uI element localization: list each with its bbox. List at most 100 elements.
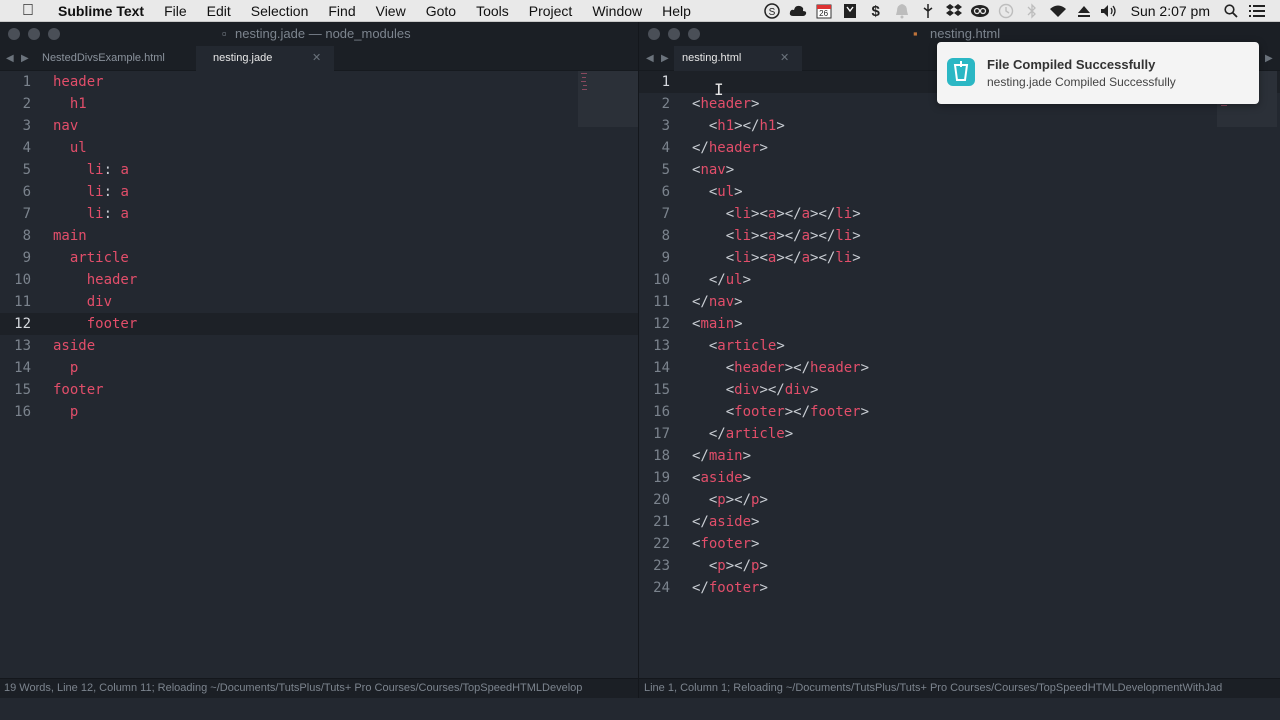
menu-window[interactable]: Window (582, 0, 652, 22)
apple-menu-icon[interactable]:  (17, 2, 39, 20)
eject-icon[interactable] (1073, 0, 1095, 22)
tab-label: nesting.html (682, 52, 742, 64)
creative-cloud-icon[interactable] (969, 0, 991, 22)
zoom-window-button[interactable] (48, 28, 60, 40)
gulp-icon[interactable] (917, 0, 939, 22)
notification-center-icon[interactable] (1246, 0, 1268, 22)
code-line[interactable]: </nav> (692, 291, 869, 313)
close-window-button[interactable] (648, 28, 660, 40)
dollar-icon[interactable]: $ (865, 0, 887, 22)
notification-banner[interactable]: File Compiled Successfully nesting.jade … (937, 42, 1259, 104)
dropbox-icon[interactable] (943, 0, 965, 22)
minimize-window-button[interactable] (28, 28, 40, 40)
code-line[interactable]: footer (53, 379, 137, 401)
volume-icon[interactable] (1099, 0, 1121, 22)
tab-close-icon[interactable]: ✕ (312, 46, 321, 71)
code-line[interactable]: </article> (692, 423, 869, 445)
calendar-icon[interactable]: 26 (813, 0, 835, 22)
close-window-button[interactable] (8, 28, 20, 40)
code-line[interactable]: aside (53, 335, 137, 357)
code-token: > (742, 272, 752, 288)
bluetooth-icon[interactable] (1021, 0, 1043, 22)
code-token: > (734, 294, 743, 310)
code-line[interactable]: </main> (692, 445, 869, 467)
tab-nesteddivsexample-html[interactable]: NestedDivsExample.html (34, 46, 194, 71)
menu-app-name[interactable]: Sublime Text (54, 0, 154, 22)
left-code-editor[interactable]: 1 2 3 4 5 6 7 8 9 10 11 12 13 14 15 16 header h1 nav ul … (0, 71, 638, 678)
menu-project[interactable]: Project (519, 0, 583, 22)
book-icon[interactable] (839, 0, 861, 22)
code-line[interactable]: h1 (53, 93, 137, 115)
menu-file[interactable]: File (154, 0, 197, 22)
tab-nesting-jade[interactable]: nesting.jade ✕ (196, 46, 334, 71)
tab-close-icon[interactable]: ✕ (780, 46, 789, 71)
code-line[interactable]: footer (53, 313, 138, 335)
code-line[interactable]: div (53, 291, 137, 313)
code-line[interactable]: li: a (53, 159, 137, 181)
bell-icon[interactable] (891, 0, 913, 22)
code-line[interactable]: <aside> (692, 467, 869, 489)
code-line[interactable]: p (53, 401, 137, 423)
code-line[interactable]: li: a (53, 203, 137, 225)
code-line[interactable]: <ul> (692, 181, 869, 203)
code-area[interactable]: <header> <h1></h1> </header> <nav> <ul> <l… (692, 71, 869, 599)
code-token: > (759, 140, 768, 156)
line-number: 12 (14, 316, 31, 332)
code-token: ></ (725, 492, 752, 508)
menu-find[interactable]: Find (318, 0, 365, 22)
time-machine-icon[interactable] (995, 0, 1017, 22)
menu-selection[interactable]: Selection (241, 0, 319, 22)
cloud-icon[interactable] (787, 0, 809, 22)
code-line[interactable]: <footer> (692, 533, 869, 555)
code-line[interactable]: p (53, 357, 137, 379)
tab-next-icon[interactable]: ▶ (21, 46, 29, 71)
menu-goto[interactable]: Goto (416, 0, 466, 22)
status-s-icon[interactable]: S (761, 0, 783, 22)
code-line[interactable]: header (53, 71, 137, 93)
menu-view[interactable]: View (366, 0, 416, 22)
spotlight-search-icon[interactable] (1220, 0, 1242, 22)
code-line[interactable]: <article> (692, 335, 869, 357)
tab-prev-icon[interactable]: ◀ (646, 46, 654, 71)
zoom-window-button[interactable] (688, 28, 700, 40)
code-line[interactable]: </footer> (692, 577, 869, 599)
code-line[interactable]: </header> (692, 137, 869, 159)
right-code-editor[interactable]: 1 2 3 4 5 6 7 8 9 10 11 12 13 14 15 16 17 18 19 20 21 22 23 24 … (639, 71, 1280, 678)
code-token: > (751, 514, 760, 530)
menubar-clock[interactable]: Sun 2:07 pm (1131, 3, 1210, 19)
menu-edit[interactable]: Edit (197, 0, 241, 22)
code-line[interactable]: ul (53, 137, 137, 159)
code-line[interactable]: <p></p> (692, 489, 869, 511)
code-line[interactable]: <li><a></a></li> (692, 225, 869, 247)
code-line[interactable]: <div></div> (692, 379, 869, 401)
code-line[interactable]: nav (53, 115, 137, 137)
tab-nesting-html[interactable]: nesting.html ✕ (674, 46, 802, 71)
minimize-window-button[interactable] (668, 28, 680, 40)
code-line[interactable]: main (53, 225, 137, 247)
code-line[interactable]: article (53, 247, 137, 269)
code-token: aside (700, 470, 743, 486)
menu-tools[interactable]: Tools (466, 0, 519, 22)
code-line[interactable]: </ul> (692, 269, 869, 291)
code-line[interactable]: <li><a></a></li> (692, 247, 869, 269)
line-number-gutter: 1 2 3 4 5 6 7 8 9 10 11 12 13 14 15 16 (0, 71, 44, 423)
code-line[interactable]: </aside> (692, 511, 869, 533)
code-line[interactable]: <footer></footer> (692, 401, 869, 423)
tab-overflow-icon[interactable]: ▶ (1265, 46, 1273, 71)
tab-prev-icon[interactable]: ◀ (6, 46, 14, 71)
code-line[interactable]: <nav> (692, 159, 869, 181)
tab-next-icon[interactable]: ▶ (661, 46, 669, 71)
code-token: li (835, 228, 853, 244)
code-line[interactable]: <main> (692, 313, 869, 335)
code-area[interactable]: header h1 nav ul li: a li: a li: a main ar… (53, 71, 137, 423)
minimap[interactable] (578, 71, 638, 127)
wifi-icon[interactable] (1047, 0, 1069, 22)
code-line[interactable]: <p></p> (692, 555, 869, 577)
code-line[interactable]: <li><a></a></li> (692, 203, 869, 225)
menu-help[interactable]: Help (652, 0, 701, 22)
code-line[interactable]: <header></header> (692, 357, 869, 379)
code-line[interactable]: header (53, 269, 138, 291)
code-line[interactable]: li: a (53, 181, 137, 203)
line-number: 1 (661, 74, 670, 90)
code-line[interactable]: <h1></h1> (692, 115, 869, 137)
